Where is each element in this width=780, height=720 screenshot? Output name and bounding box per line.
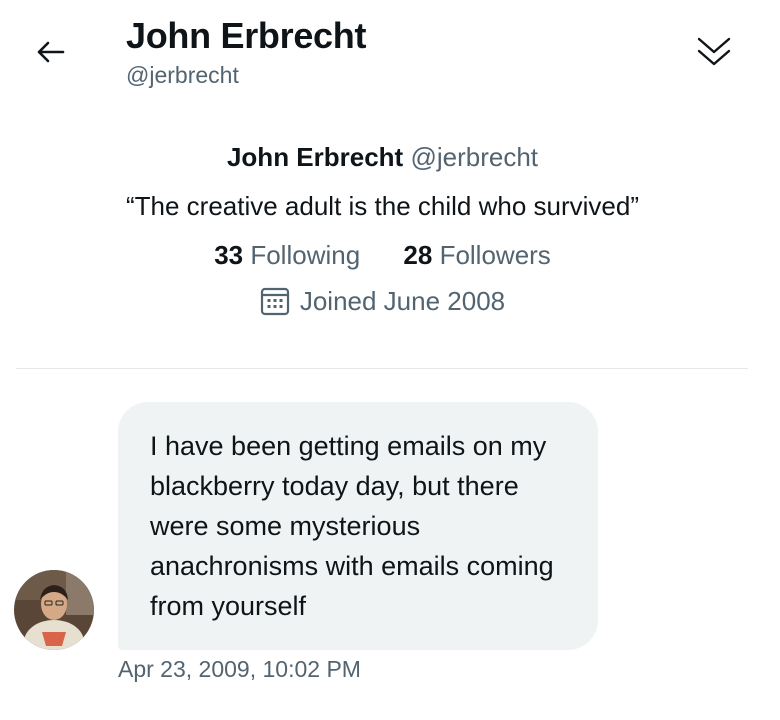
collapse-button[interactable] — [692, 30, 736, 74]
profile-bio: “The creative adult is the child who sur… — [125, 191, 639, 221]
calendar-icon — [260, 287, 289, 316]
following-label: Following — [250, 240, 361, 270]
profile-stats: 33 Following 28 Followers — [0, 238, 765, 272]
following-count: 33 — [214, 240, 244, 270]
joined-date-row: Joined June 2008 — [0, 284, 765, 318]
avatar-image — [14, 570, 94, 650]
message-timestamp: Apr 23, 2009, 10:02 PM — [118, 656, 361, 682]
header-title-group: John Erbrecht @jerbrecht — [126, 14, 366, 90]
double-chevron-down-icon — [697, 37, 731, 66]
profile-name[interactable]: John Erbrecht — [227, 142, 403, 172]
following-link[interactable]: 33 Following — [214, 238, 360, 272]
followers-label: Followers — [439, 240, 551, 270]
header-title: John Erbrecht — [126, 15, 367, 56]
followers-count: 28 — [403, 240, 433, 270]
avatar[interactable] — [14, 570, 94, 650]
back-button[interactable] — [30, 34, 70, 70]
back-arrow-icon — [37, 41, 65, 63]
followers-link[interactable]: 28 Followers — [403, 238, 550, 272]
profile-handle[interactable]: @jerbrecht — [410, 142, 538, 172]
conversation-header: John Erbrecht @jerbrecht — [0, 0, 780, 110]
profile-summary: John Erbrecht @jerbrecht “The creative a… — [0, 140, 765, 318]
header-handle: @jerbrecht — [126, 62, 239, 88]
profile-name-line[interactable]: John Erbrecht @jerbrecht — [0, 140, 765, 174]
section-divider — [16, 368, 748, 369]
message-bubble[interactable]: I have been getting emails on my blackbe… — [118, 402, 598, 650]
joined-date: Joined June 2008 — [299, 286, 506, 316]
